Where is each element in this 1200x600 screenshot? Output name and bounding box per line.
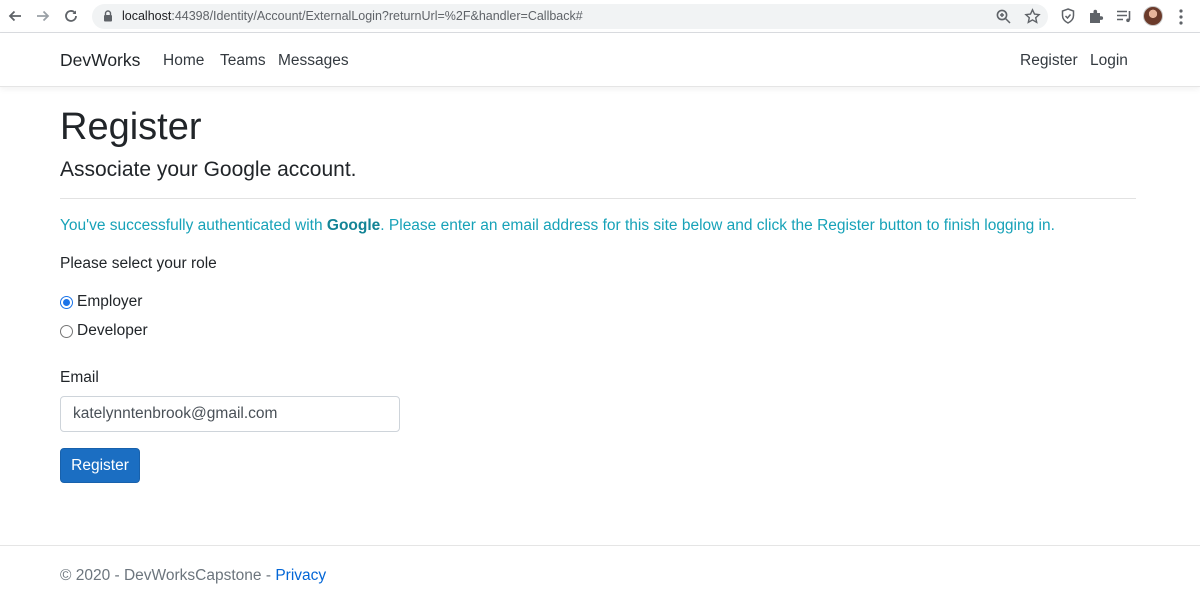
role-option-employer[interactable]: Employer [60,291,142,313]
page-subtitle: Associate your Google account. [60,158,357,181]
provider-name: Google [326,217,381,234]
nav-link-messages[interactable]: Messages [278,50,349,72]
email-label: Email [60,369,99,386]
role-option-developer[interactable]: Developer [60,320,148,342]
reload-icon [65,10,77,22]
radio-label-employer[interactable]: Employer [77,291,142,313]
extensions-puzzle-icon[interactable] [1087,7,1105,25]
register-button[interactable]: Register [60,448,140,483]
privacy-link[interactable]: Privacy [275,567,326,584]
bookmark-star-icon[interactable] [1024,8,1041,25]
brand-link[interactable]: DevWorks [60,49,140,71]
back-arrow-icon [8,10,21,22]
radio-employer[interactable] [60,295,73,309]
back-button[interactable] [4,5,26,27]
forward-arrow-icon [37,10,50,22]
divider [60,198,1136,199]
browser-toolbar: localhost:44398/Identity/Account/Externa… [0,0,1200,33]
shield-icon[interactable] [1059,7,1077,25]
radio-developer[interactable] [60,324,73,338]
page-title: Register [60,106,202,148]
nav-link-home[interactable]: Home [163,50,204,72]
nav-link-register[interactable]: Register [1020,50,1078,72]
radio-label-developer[interactable]: Developer [77,320,148,342]
nav-link-login[interactable]: Login [1090,50,1128,72]
menu-kebab-icon[interactable] [1174,8,1188,26]
reading-list-icon[interactable] [1115,7,1133,25]
reload-button[interactable] [60,5,82,27]
profile-avatar[interactable] [1143,6,1163,26]
site-navbar: DevWorks Home Teams Messages Register Lo… [0,33,1200,87]
role-label: Please select your role [60,255,217,272]
info-message: You've successfully authenticated with G… [60,217,1055,234]
address-bar[interactable]: localhost:44398/Identity/Account/Externa… [92,4,1048,29]
footer: © 2020 - DevWorksCapstone - Privacy [60,565,326,587]
footer-text: © 2020 - DevWorksCapstone - [60,567,276,584]
email-field[interactable]: katelynntenbrook@gmail.com [60,396,400,432]
lock-icon [104,10,112,22]
url-text: localhost:44398/Identity/Account/Externa… [122,9,583,23]
footer-divider [0,545,1200,546]
forward-button[interactable] [32,5,54,27]
zoom-icon[interactable] [995,8,1012,25]
nav-link-teams[interactable]: Teams [220,50,266,72]
